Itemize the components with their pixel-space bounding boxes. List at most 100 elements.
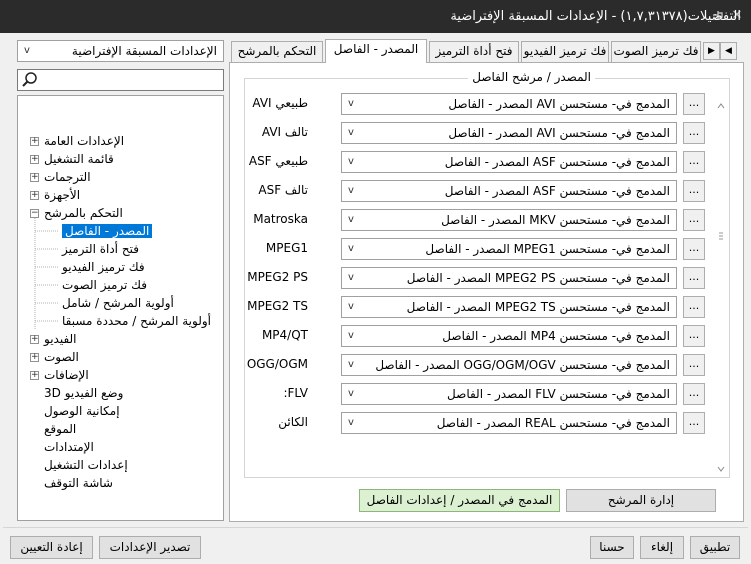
tree-item[interactable]: التحكم بالمرشح — [44, 204, 123, 222]
splitter-select[interactable]: المدمج في- مستحسن ASF المصدر - الفاصل v — [341, 151, 677, 173]
tree-item-label: إعدادات التشغيل — [44, 458, 128, 472]
chevron-down-icon: v — [348, 417, 354, 428]
splitter-options-button[interactable]: ... — [683, 180, 705, 202]
tree-item-label: أولوية المرشح / شامل — [62, 296, 174, 310]
chevron-down-icon: v — [348, 156, 354, 167]
cancel-button[interactable]: إلغاء — [640, 536, 684, 559]
tree-item[interactable]: إمكانية الوصول — [44, 402, 120, 420]
group-scrollbar[interactable] — [716, 101, 726, 475]
splitter-select-value: المدمج في- مستحسن AVI المصدر - الفاصل — [448, 97, 670, 111]
splitter-options-button[interactable]: ... — [683, 209, 705, 231]
expand-icon[interactable]: + — [30, 335, 39, 344]
format-label: OGG/OGM — [246, 357, 308, 371]
splitter-select[interactable]: المدمج في- مستحسن AVI المصدر - الفاصل v — [341, 93, 677, 115]
splitter-select[interactable]: المدمج في- مستحسن MPEG2 PS المصدر - الفا… — [341, 267, 677, 289]
splitter-options-button[interactable]: ... — [683, 122, 705, 144]
filter-management-button[interactable]: إدارة المرشح — [566, 489, 716, 512]
tab-panel-source-splitter: المصدر / مرشح الفاصل طبيعي AVI المدمج في-… — [229, 62, 744, 522]
reset-button[interactable]: إعادة التعيين — [10, 536, 93, 559]
expand-icon[interactable]: + — [30, 353, 39, 362]
tree-item[interactable]: الترجمات — [44, 168, 91, 186]
splitter-select[interactable]: المدمج في- مستحسن MKV المصدر - الفاصل v — [341, 209, 677, 231]
tree-item[interactable]: الإعدادات العامة — [44, 132, 124, 150]
splitter-select[interactable]: المدمج في- مستحسن OGG/OGM/OGV المصدر - ا… — [341, 354, 677, 376]
collapse-icon[interactable]: − — [30, 209, 39, 218]
tree-item[interactable]: الإمتدادات — [44, 438, 94, 456]
expand-icon[interactable]: + — [30, 137, 39, 146]
tree-item-label: الفيديو — [44, 332, 77, 346]
tree-item-label: المصدر - الفاصل — [62, 224, 153, 238]
splitter-options-button[interactable]: ... — [683, 238, 705, 260]
tab-1[interactable]: المصدر - الفاصل — [325, 39, 427, 63]
splitter-select[interactable]: المدمج في- مستحسن REAL المصدر - الفاصل v — [341, 412, 677, 434]
expand-icon[interactable]: + — [30, 173, 39, 182]
tree-item[interactable]: الإضافات — [44, 366, 89, 384]
tree-item[interactable]: إعدادات التشغيل — [44, 456, 128, 474]
splitter-select[interactable]: المدمج في- مستحسن MP4 المصدر - الفاصل v — [341, 325, 677, 347]
splitter-select[interactable]: المدمج في- مستحسن MPEG2 TS المصدر - الفا… — [341, 296, 677, 318]
chevron-down-icon: v — [348, 359, 354, 370]
search-input[interactable] — [17, 69, 224, 91]
tree-item-label: الإضافات — [44, 368, 89, 382]
format-label: تالف ASF — [258, 183, 308, 197]
tab-3[interactable]: فك ترميز الفيديو — [521, 41, 609, 62]
tree-item[interactable]: وضع الفيديو 3D — [44, 384, 123, 402]
chevron-down-icon: v — [348, 98, 354, 109]
splitter-select-value: المدمج في- مستحسن MKV المصدر - الفاصل — [441, 213, 670, 227]
tree-item[interactable]: الموقع — [44, 420, 76, 438]
splitter-options-button[interactable]: ... — [683, 412, 705, 434]
search-icon[interactable] — [21, 71, 39, 89]
tab-0[interactable]: التحكم بالمرشح — [231, 41, 323, 62]
splitter-options-button[interactable]: ... — [683, 383, 705, 405]
tree-item[interactable]: قائمة التشغيل — [44, 150, 114, 168]
tree-item[interactable]: فك ترميز الفيديو — [62, 258, 145, 276]
splitter-select-value: المدمج في- مستحسن MP4 المصدر - الفاصل — [442, 329, 670, 343]
splitter-options-button[interactable]: ... — [683, 267, 705, 289]
splitter-select-value: المدمج في- مستحسن MPEG1 المصدر - الفاصل — [425, 242, 670, 256]
splitter-select-value: المدمج في- مستحسن MPEG2 PS المصدر - الفا… — [406, 271, 670, 285]
splitter-select[interactable]: المدمج في- مستحسن FLV المصدر - الفاصل v — [341, 383, 677, 405]
expand-icon[interactable]: + — [30, 191, 39, 200]
chevron-down-icon: v — [348, 272, 354, 283]
export-settings-button[interactable]: تصدير الإعدادات — [99, 536, 201, 559]
tree-item[interactable]: المصدر - الفاصل — [62, 222, 153, 240]
tree-item[interactable]: الصوت — [44, 348, 79, 366]
splitter-select-value: المدمج في- مستحسن MPEG2 TS المصدر - الفا… — [406, 300, 670, 314]
splitter-options-button[interactable]: ... — [683, 93, 705, 115]
tree-item[interactable]: فك ترميز الصوت — [62, 276, 147, 294]
tree-item[interactable]: شاشة التوقف — [44, 474, 113, 492]
splitter-select-value: المدمج في- مستحسن ASF المصدر - الفاصل — [444, 184, 670, 198]
tab-scroll-left-button[interactable]: ◀ — [720, 42, 737, 60]
settings-tree[interactable]: الإعدادات العامة + قائمة التشغيل + الترجمات +… — [17, 95, 224, 521]
tree-item-label: الموقع — [44, 422, 77, 436]
apply-button[interactable]: تطبيق — [690, 536, 740, 559]
splitter-select[interactable]: المدمج في- مستحسن AVI المصدر - الفاصل v — [341, 122, 677, 144]
tree-item[interactable]: الفيديو — [44, 330, 77, 348]
format-label: MP4/QT — [261, 328, 308, 342]
tree-item[interactable]: الأجهزة — [44, 186, 80, 204]
splitter-options-button[interactable]: ... — [683, 151, 705, 173]
tree-item[interactable]: أولوية المرشح / محددة مسبقا — [62, 312, 211, 330]
expand-icon[interactable]: + — [30, 371, 39, 380]
builtin-splitter-settings-button[interactable]: المدمج في المصدر / إعدادات الفاصل — [359, 489, 560, 512]
splitter-select-value: المدمج في- مستحسن OGG/OGM/OGV المصدر - ا… — [375, 358, 670, 372]
splitter-select-value: المدمج في- مستحسن REAL المصدر - الفاصل — [436, 416, 670, 430]
tree-item-label: الأجهزة — [44, 188, 81, 202]
splitter-options-button[interactable]: ... — [683, 296, 705, 318]
group-label: المصدر / مرشح الفاصل — [468, 70, 595, 84]
title-bar: ✕ التفضيلات(١,٧,٣١٣٧٨) - الإعدادات المسب… — [0, 0, 751, 33]
tab-scroll-right-button[interactable]: ▶ — [703, 42, 720, 60]
preset-select[interactable]: الإعدادات المسبقة الإفتراضية v — [17, 40, 224, 62]
expand-icon[interactable]: + — [30, 155, 39, 164]
tree-item[interactable]: فتح أداة الترميز — [62, 240, 139, 258]
format-label: MPEG2 TS — [247, 299, 308, 313]
splitter-options-button[interactable]: ... — [683, 354, 705, 376]
tab-4[interactable]: فك ترميز الصوت — [611, 41, 701, 62]
splitter-select[interactable]: المدمج في- مستحسن ASF المصدر - الفاصل v — [341, 180, 677, 202]
splitter-select[interactable]: المدمج في- مستحسن MPEG1 المصدر - الفاصل v — [341, 238, 677, 260]
format-label: طبيعي ASF — [248, 154, 308, 168]
tree-item[interactable]: أولوية المرشح / شامل — [62, 294, 174, 312]
ok-button[interactable]: حسنا — [590, 536, 634, 559]
tab-2[interactable]: فتح أداة الترميز — [429, 41, 519, 62]
splitter-options-button[interactable]: ... — [683, 325, 705, 347]
